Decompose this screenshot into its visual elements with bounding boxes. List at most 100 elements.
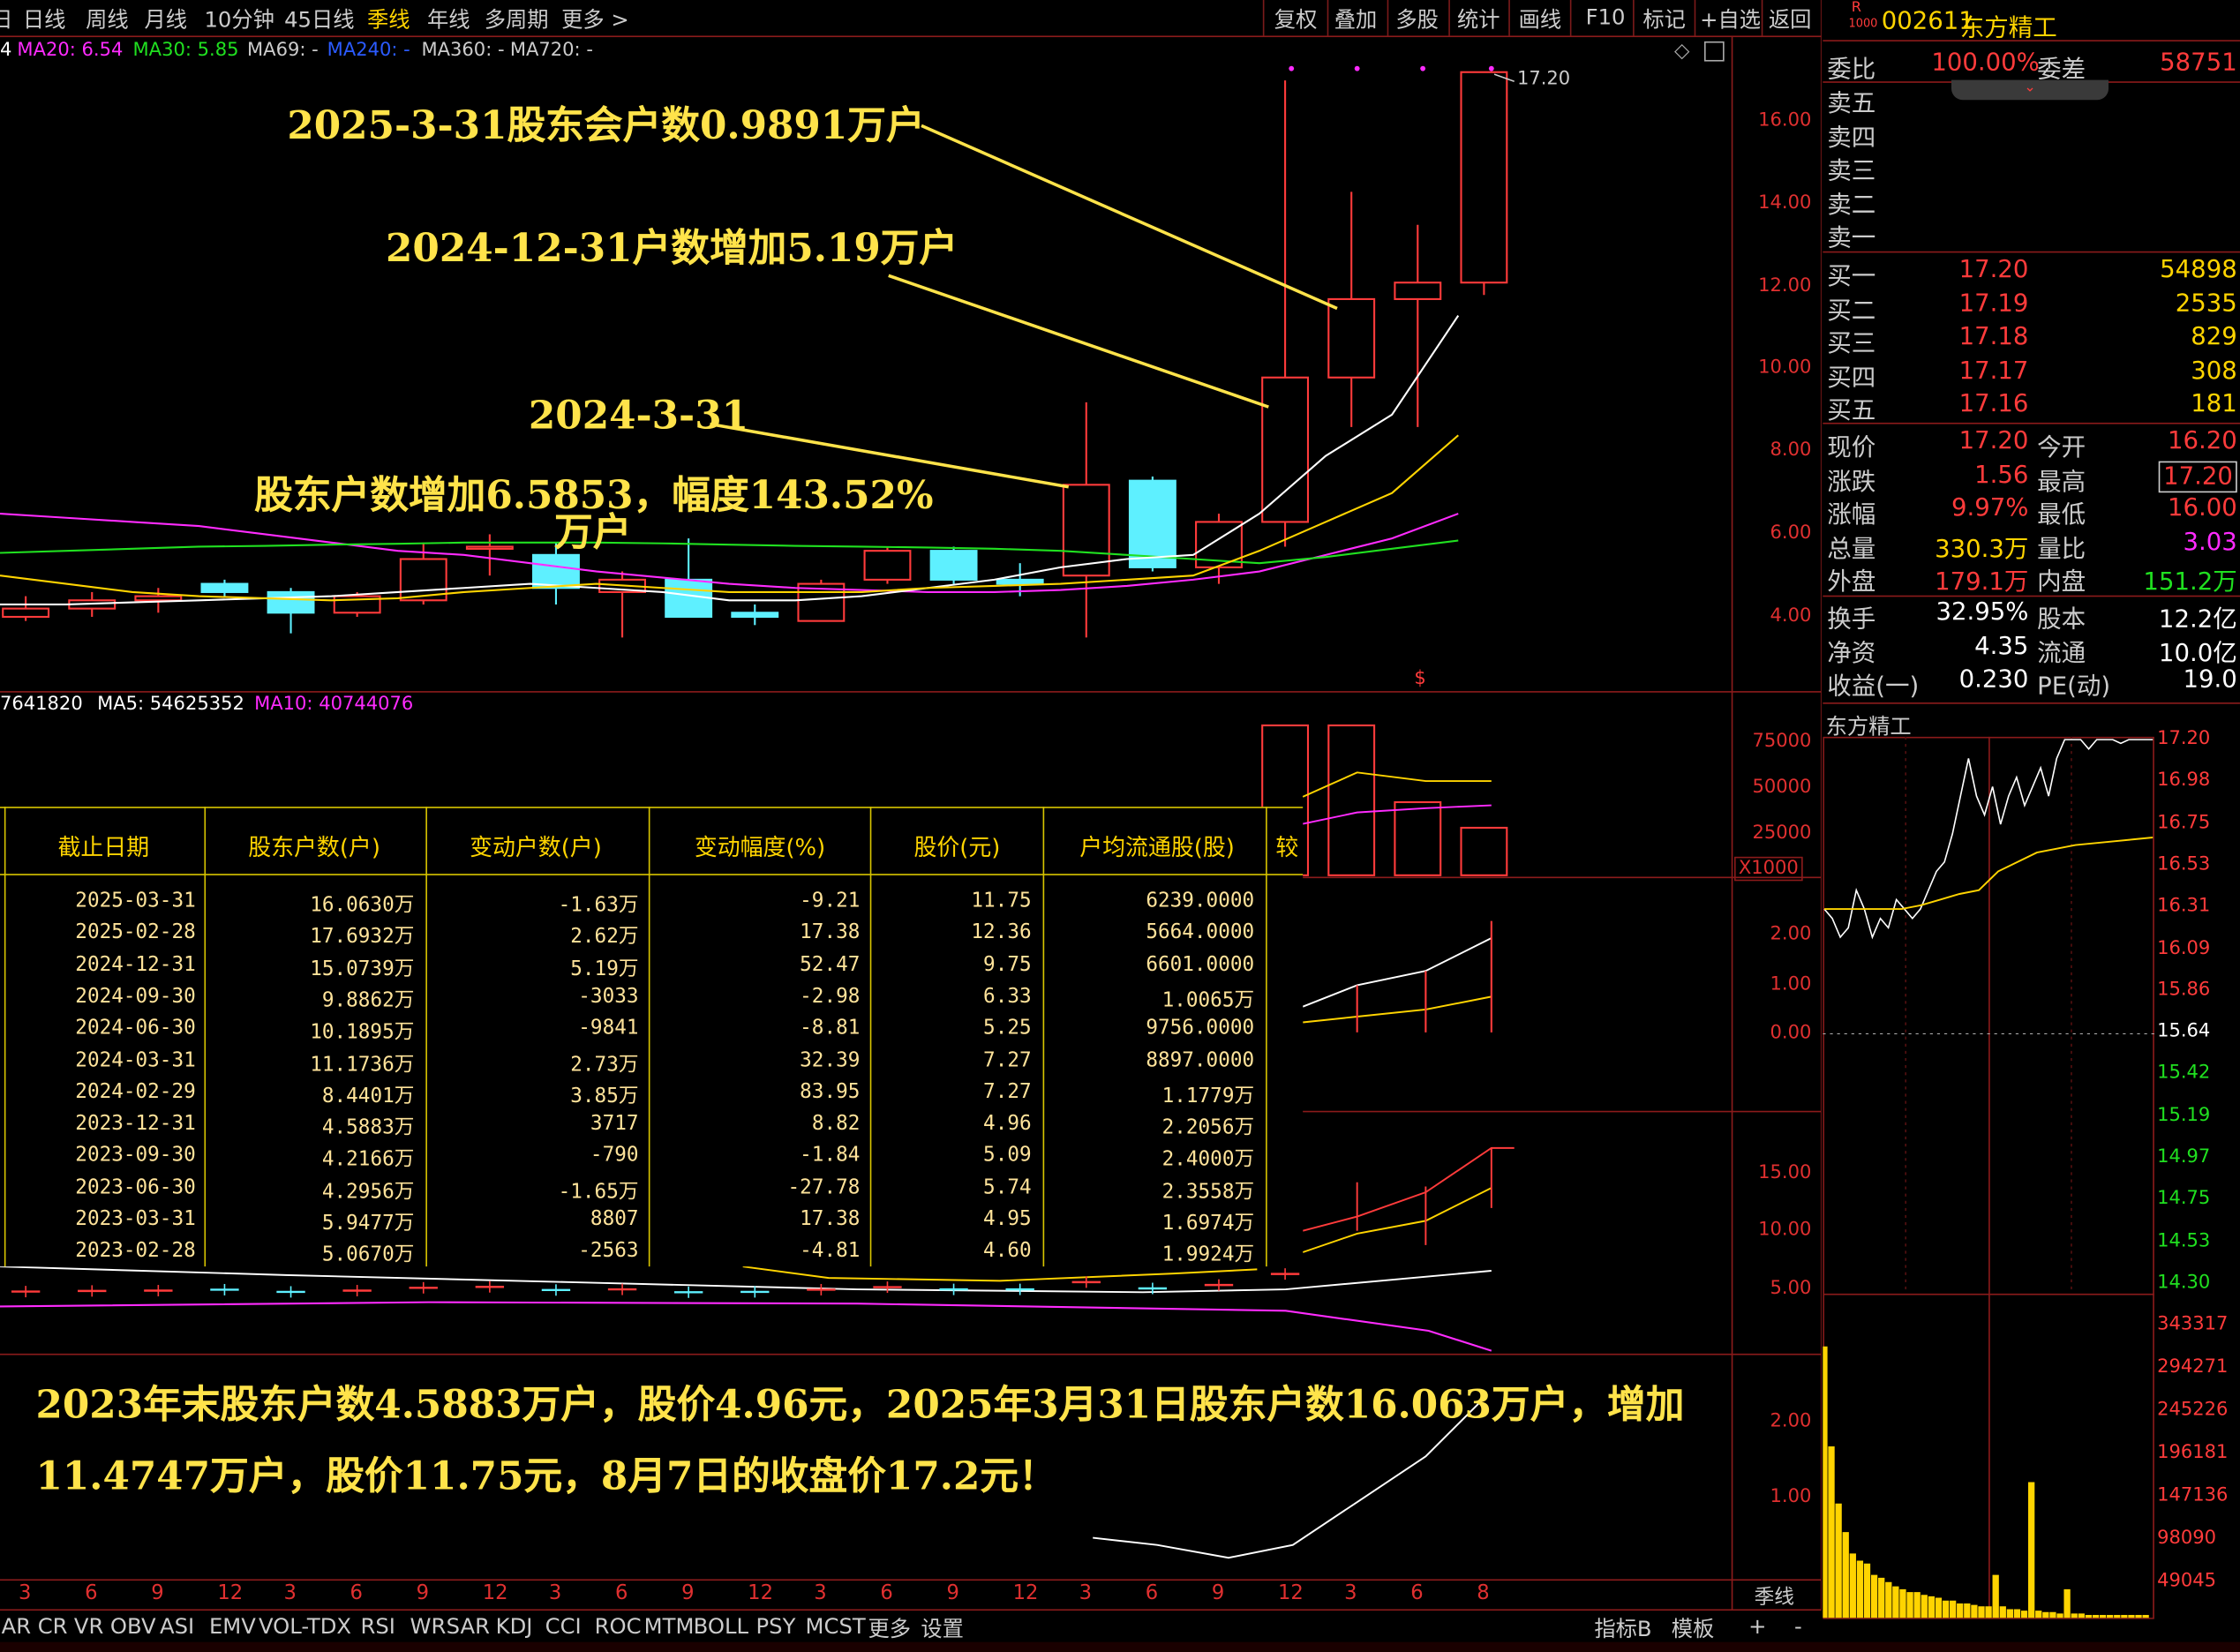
intraday-price-tick: 16.98 [2157, 770, 2211, 792]
indicator-tab-emv[interactable]: EMV [209, 1613, 256, 1639]
table-cell: 6601.0000 [1146, 953, 1255, 977]
buy-price: 17.18 [1958, 322, 2029, 352]
buy-level-label: 买二 [1827, 296, 1876, 326]
table-cell: 2023-06-30 [75, 1175, 196, 1199]
buy-level[interactable]: 买一 17.20 54898 [1823, 256, 2240, 291]
stat-label: 内盘 [2037, 568, 2086, 597]
indicator-tab-ar[interactable]: AR [2, 1613, 31, 1639]
zoom-in-button[interactable]: + [1748, 1613, 1766, 1639]
quote-stat-row: 外盘 179.1万 内盘 151.2万 [1823, 562, 2240, 597]
table-cell: 2024-02-29 [75, 1080, 196, 1104]
summary-line-1: 2023年末股东户数4.5883万户，股价4.96元，2025年3月31日股东户… [35, 1383, 1685, 1428]
table-cell: 4.2166万 [321, 1148, 415, 1172]
table-cell: 3717 [590, 1112, 639, 1136]
table-cell: 7.27 [983, 1080, 1032, 1104]
table-cell: 8.82 [811, 1112, 861, 1136]
volume-bar [1460, 826, 1508, 876]
stat-value: 9.97% [1951, 494, 2029, 523]
annotation-leaders [710, 124, 1338, 489]
candle [1062, 402, 1110, 638]
col-avg-float: 户均流通股(股) [1079, 833, 1235, 861]
col-date: 截止日期 [57, 833, 150, 861]
indicator-tab-vr[interactable]: VR [74, 1613, 103, 1639]
intraday-vol-tick: 196181 [2157, 1442, 2229, 1464]
intraday-vol-tick: 343317 [2157, 1313, 2229, 1335]
table-cell: 8807 [590, 1207, 639, 1231]
intraday-vol-tick: 245226 [2157, 1399, 2229, 1421]
stat-label: 净资 [1827, 639, 1876, 668]
table-cell: 2023-03-31 [75, 1207, 196, 1231]
stat-value: 0.230 [1958, 665, 2029, 695]
intraday-price-tick: 14.53 [2157, 1230, 2211, 1252]
buy-level-label: 买三 [1827, 330, 1876, 359]
indicator-tab-wr[interactable]: WR [410, 1613, 447, 1639]
table-cell: 4.95 [983, 1207, 1032, 1231]
indicator-tabs: AR CR VR OBV ASI EMV VOL-TDX RSI WR SAR KDJ CCI ROC M… [0, 1609, 1822, 1643]
intraday-price-tick: 16.31 [2157, 895, 2211, 918]
table-cell: 4.60 [983, 1239, 1032, 1263]
table-cell: 5.19万 [570, 957, 639, 980]
candle [267, 588, 315, 634]
sell-level-label: 卖三 [1827, 157, 1876, 186]
col-change-pct: 变动幅度(%) [694, 833, 826, 861]
buy-level[interactable]: 买四 17.17 308 [1823, 357, 2240, 392]
table-cell: 2.62万 [570, 925, 639, 949]
table-row: 2025-02-28 17.6932万 2.62万 17.38 12.36 5664.00… [0, 919, 1303, 950]
intraday-price-tick: 16.09 [2157, 937, 2211, 959]
table-cell: 2024-06-30 [75, 1017, 196, 1040]
indicator-3-axis: 2.00 1.00 [1734, 1355, 1820, 1577]
table-row: 2024-03-31 11.1736万 2.73万 32.39 7.27 8897.000… [0, 1046, 1303, 1078]
indicator-tab-mcst[interactable]: MCST [806, 1613, 866, 1639]
table-cell: 2023-12-31 [75, 1112, 196, 1136]
stat-value: 16.20 [2167, 426, 2237, 456]
table-cell: 2024-03-31 [75, 1048, 196, 1072]
indicator-2-axis: 15.00 10.00 5.00 [1734, 1112, 1820, 1352]
tab-template[interactable]: 模板 [1672, 1613, 1715, 1643]
table-cell: -2.98 [800, 985, 861, 1009]
table-cell: 2024-09-30 [75, 985, 196, 1009]
indicator-tab-kdj[interactable]: KDJ [496, 1613, 533, 1639]
indicator-tab-rsi[interactable]: RSI [361, 1613, 395, 1639]
intraday-price-tick: 16.53 [2157, 853, 2211, 875]
stat-label: 涨跌 [1827, 468, 1876, 497]
indicator-tab-mtm[interactable]: MTM [644, 1613, 695, 1639]
table-cell: -1.63万 [558, 893, 639, 917]
indicator-tab-cr[interactable]: CR [38, 1613, 68, 1639]
ind3-tick: 1.00 [1770, 1486, 1812, 1508]
table-cell: 5.25 [983, 1017, 1032, 1040]
vol-tick: 25000 [1752, 822, 1812, 845]
indicator-tab-更多[interactable]: 更多 [868, 1613, 911, 1643]
indicator-1-lines [1302, 920, 1492, 1032]
buy-level-label: 买五 [1827, 397, 1876, 426]
annotation-increase-unit: 万户 [554, 511, 632, 556]
indicator-tab-cci[interactable]: CCI [545, 1613, 582, 1639]
tab-indicator-b[interactable]: 指标B [1594, 1613, 1651, 1643]
indicator-tab-设置[interactable]: 设置 [921, 1613, 964, 1643]
ind3-tick: 2.00 [1770, 1410, 1812, 1432]
table-row: 2024-02-29 8.4401万 3.85万 83.95 7.27 1.1779万 [0, 1078, 1303, 1109]
indicator-tab-roc[interactable]: ROC [595, 1613, 642, 1639]
table-cell: 2025-02-28 [75, 921, 196, 944]
buy-level[interactable]: 买五 17.16 181 [1823, 390, 2240, 426]
zoom-out-button[interactable]: - [1794, 1613, 1802, 1639]
indicator-tab-sar[interactable]: SAR [447, 1613, 490, 1639]
stat-label: 现价 [1827, 433, 1876, 463]
buy-level[interactable]: 买二 17.19 2535 [1823, 289, 2240, 326]
stat-value: 19.0 [2183, 665, 2237, 695]
buy-level[interactable]: 买三 17.18 829 [1823, 322, 2240, 359]
annotation-2024-03: 2024-3-31 [528, 394, 749, 439]
stat-value: 179.1万 [1935, 568, 2029, 597]
candle [200, 579, 249, 597]
quote-panel: R 1000 002611 东方精工 委比 100.00% 委差 58751 ⌄… [1823, 0, 2240, 704]
indicator-tab-obv[interactable]: OBV [110, 1613, 156, 1639]
indicator-tab-asi[interactable]: ASI [160, 1613, 194, 1639]
candles [2, 71, 1508, 638]
indicator-tab-vol-tdx[interactable]: VOL-TDX [259, 1613, 351, 1639]
table-cell: 4.5883万 [321, 1116, 415, 1140]
table-cell: 12.36 [971, 921, 1032, 944]
stock-header: R 1000 002611 东方精工 [1823, 0, 2240, 43]
indicator-tab-boll[interactable]: BOLL [694, 1613, 748, 1639]
indicator-tab-psy[interactable]: PSY [756, 1613, 796, 1639]
stat-value: 17.20 [1958, 426, 2029, 456]
candle [2, 596, 50, 621]
